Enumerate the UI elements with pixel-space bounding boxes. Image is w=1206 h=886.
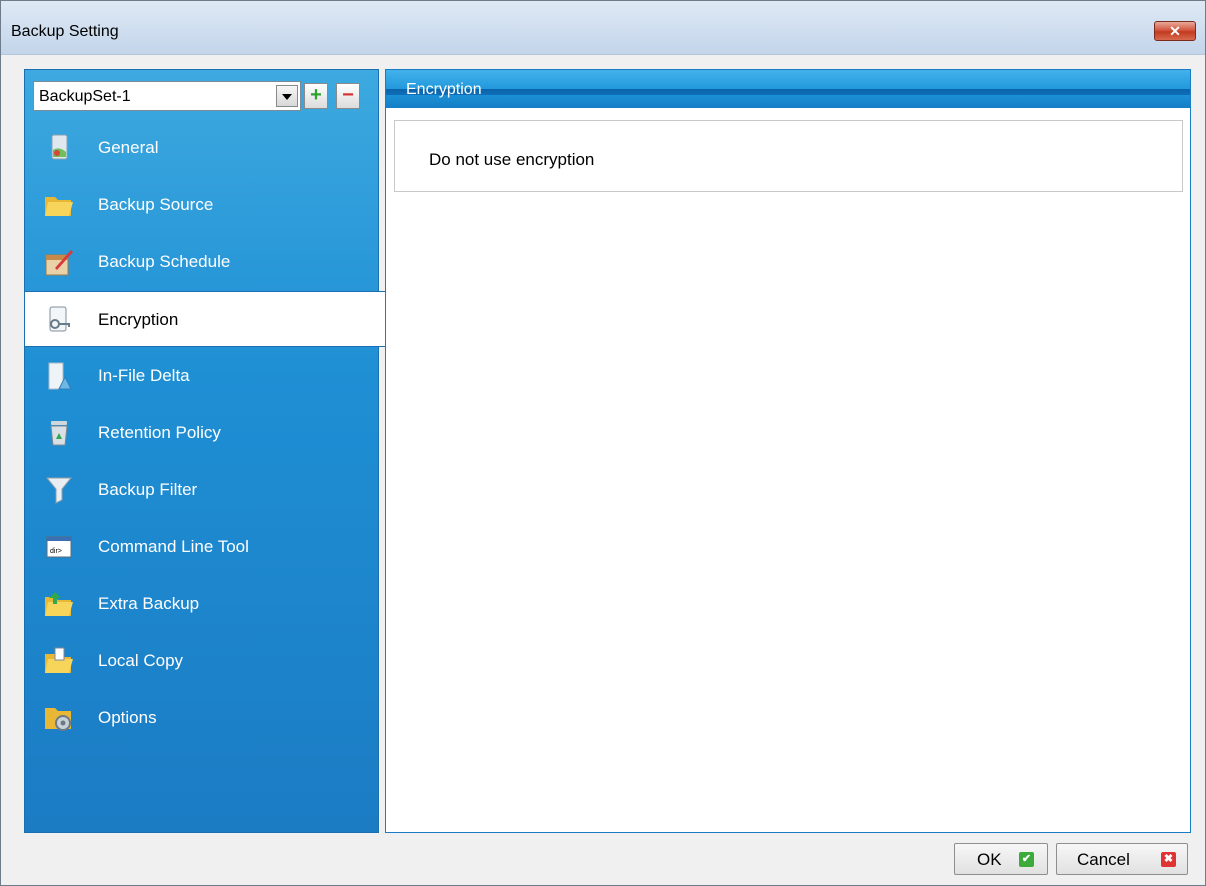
sidebar-item-label: Extra Backup [98,594,200,613]
sidebar-item-local-copy[interactable]: Local Copy [25,633,378,689]
ok-label: OK [977,850,1002,869]
folder-icon [45,197,73,216]
sidebar-item-label: Encryption [98,310,179,329]
document-icon [51,134,68,160]
plus-icon: + [310,84,322,106]
sidebar-item-label: In-File Delta [98,366,190,385]
encryption-info-box: Do not use encryption [394,120,1183,192]
options-gear-icon [45,708,71,731]
header-divider [386,89,1190,95]
backup-set-select[interactable]: BackupSet-1 [33,81,301,111]
remove-backup-set-button[interactable]: − [336,83,360,109]
window-title: Backup Setting [11,23,119,40]
ok-button[interactable]: OK ✔ [954,843,1048,875]
sidebar-item-in-file-delta[interactable]: In-File Delta [25,348,378,404]
local-copy-folder-icon [45,647,73,673]
sidebar-item-label: Local Copy [98,651,184,670]
sidebar-item-label: Command Line Tool [98,537,249,556]
panel-title: Encryption [406,81,482,98]
recycle-bin-icon [50,421,68,446]
filter-icon [45,477,73,504]
calendar-icon [45,250,73,276]
minus-icon: − [342,84,354,106]
sidebar-item-label: Backup Schedule [98,252,231,271]
svg-text:dir>: dir> [50,548,62,555]
sidebar-item-label: Backup Filter [98,480,198,499]
sidebar-item-encryption[interactable]: Encryption [25,291,387,347]
add-backup-set-button[interactable]: + [304,83,328,109]
sidebar-item-retention-policy[interactable]: Retention Policy [25,405,378,461]
backup-set-value: BackupSet-1 [39,88,131,105]
sidebar-item-options[interactable]: Options [25,690,378,746]
sidebar-item-general[interactable]: General [25,120,378,176]
encryption-panel: Encryption Do not use encryption [385,69,1191,833]
close-button[interactable]: ✕ [1154,21,1196,41]
encryption-status-text: Do not use encryption [429,150,595,169]
delta-file-icon [48,362,72,390]
panel-header: Encryption [386,70,1190,108]
sidebar-item-label: Retention Policy [98,423,221,442]
extra-backup-folder-icon [45,592,73,616]
sidebar-item-backup-filter[interactable]: Backup Filter [25,462,378,518]
sidebar-item-label: Options [98,708,157,727]
backup-setting-window: Backup Setting ✕ BackupSet-1 + − General… [0,0,1206,886]
cancel-button[interactable]: Cancel ✖ [1056,843,1188,875]
sidebar-item-backup-schedule[interactable]: Backup Schedule [25,234,378,290]
sidebar-item-command-line-tool[interactable]: dir> Command Line Tool [25,519,378,575]
lock-icon [49,306,70,332]
sidebar-item-extra-backup[interactable]: Extra Backup [25,576,378,632]
sidebar-item-label: General [98,138,159,157]
cross-icon: ✖ [1161,852,1176,867]
check-icon: ✔ [1019,852,1034,867]
terminal-icon: dir> [46,536,72,558]
cancel-label: Cancel [1077,850,1130,869]
chevron-down-icon[interactable] [276,85,298,107]
title-bar[interactable]: Backup Setting ✕ [1,1,1205,55]
sidebar-item-backup-source[interactable]: Backup Source [25,177,378,233]
close-icon: ✕ [1169,23,1181,39]
sidebar-item-label: Backup Source [98,195,214,214]
